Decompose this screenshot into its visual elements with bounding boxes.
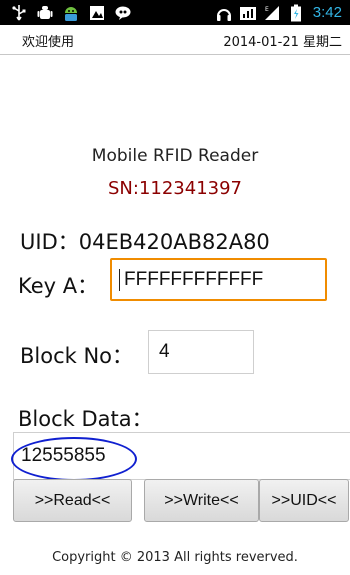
serial-number: SN:112341397 xyxy=(107,178,243,199)
status-time: 3:42 xyxy=(312,4,342,21)
copyright-footer: Copyright © 2013 All rights reverved. xyxy=(52,550,298,565)
uid-value: UID：04EB420AB82A80 xyxy=(20,230,270,254)
block-no-input[interactable]: 4 xyxy=(148,330,254,374)
app-title: 欢迎使用 xyxy=(22,35,75,50)
read-button[interactable]: >>Read<< xyxy=(13,479,132,522)
key-a-input[interactable]: FFFFFFFFFFFF xyxy=(110,258,327,301)
title-row: 欢迎使用 2014-01-21 星期二 xyxy=(0,25,350,55)
status-bar: E 3:42 xyxy=(0,0,350,25)
block-data-value: 12555855 xyxy=(21,445,106,466)
key-a-label: Key A： xyxy=(18,274,99,298)
android-debug-icon xyxy=(36,4,54,22)
voicemail-icon xyxy=(114,4,132,22)
status-bar-right: E 3:42 xyxy=(215,0,342,25)
date-text: 2014-01-21 星期二 xyxy=(223,35,342,50)
battery-icon xyxy=(287,4,305,22)
signal-icon: E xyxy=(263,4,281,22)
page-title: Mobile RFID Reader xyxy=(91,146,259,166)
uid-button[interactable]: >>UID<< xyxy=(259,479,349,522)
headphones-icon xyxy=(215,4,233,22)
notification-icon xyxy=(88,4,106,22)
block-no-label: Block No： xyxy=(20,344,134,368)
svg-text:E: E xyxy=(265,6,269,13)
key-a-value: FFFFFFFFFFFF xyxy=(124,268,264,290)
status-bar-left xyxy=(10,0,132,25)
block-no-value: 4 xyxy=(159,341,170,362)
block-data-label: Block Data： xyxy=(18,407,153,431)
data-icon xyxy=(239,4,257,22)
write-button[interactable]: >>Write<< xyxy=(144,479,259,522)
usb-icon xyxy=(10,4,28,22)
text-cursor xyxy=(119,268,120,291)
android-icon xyxy=(62,4,80,22)
block-data-input[interactable]: 12555855 xyxy=(13,432,350,480)
